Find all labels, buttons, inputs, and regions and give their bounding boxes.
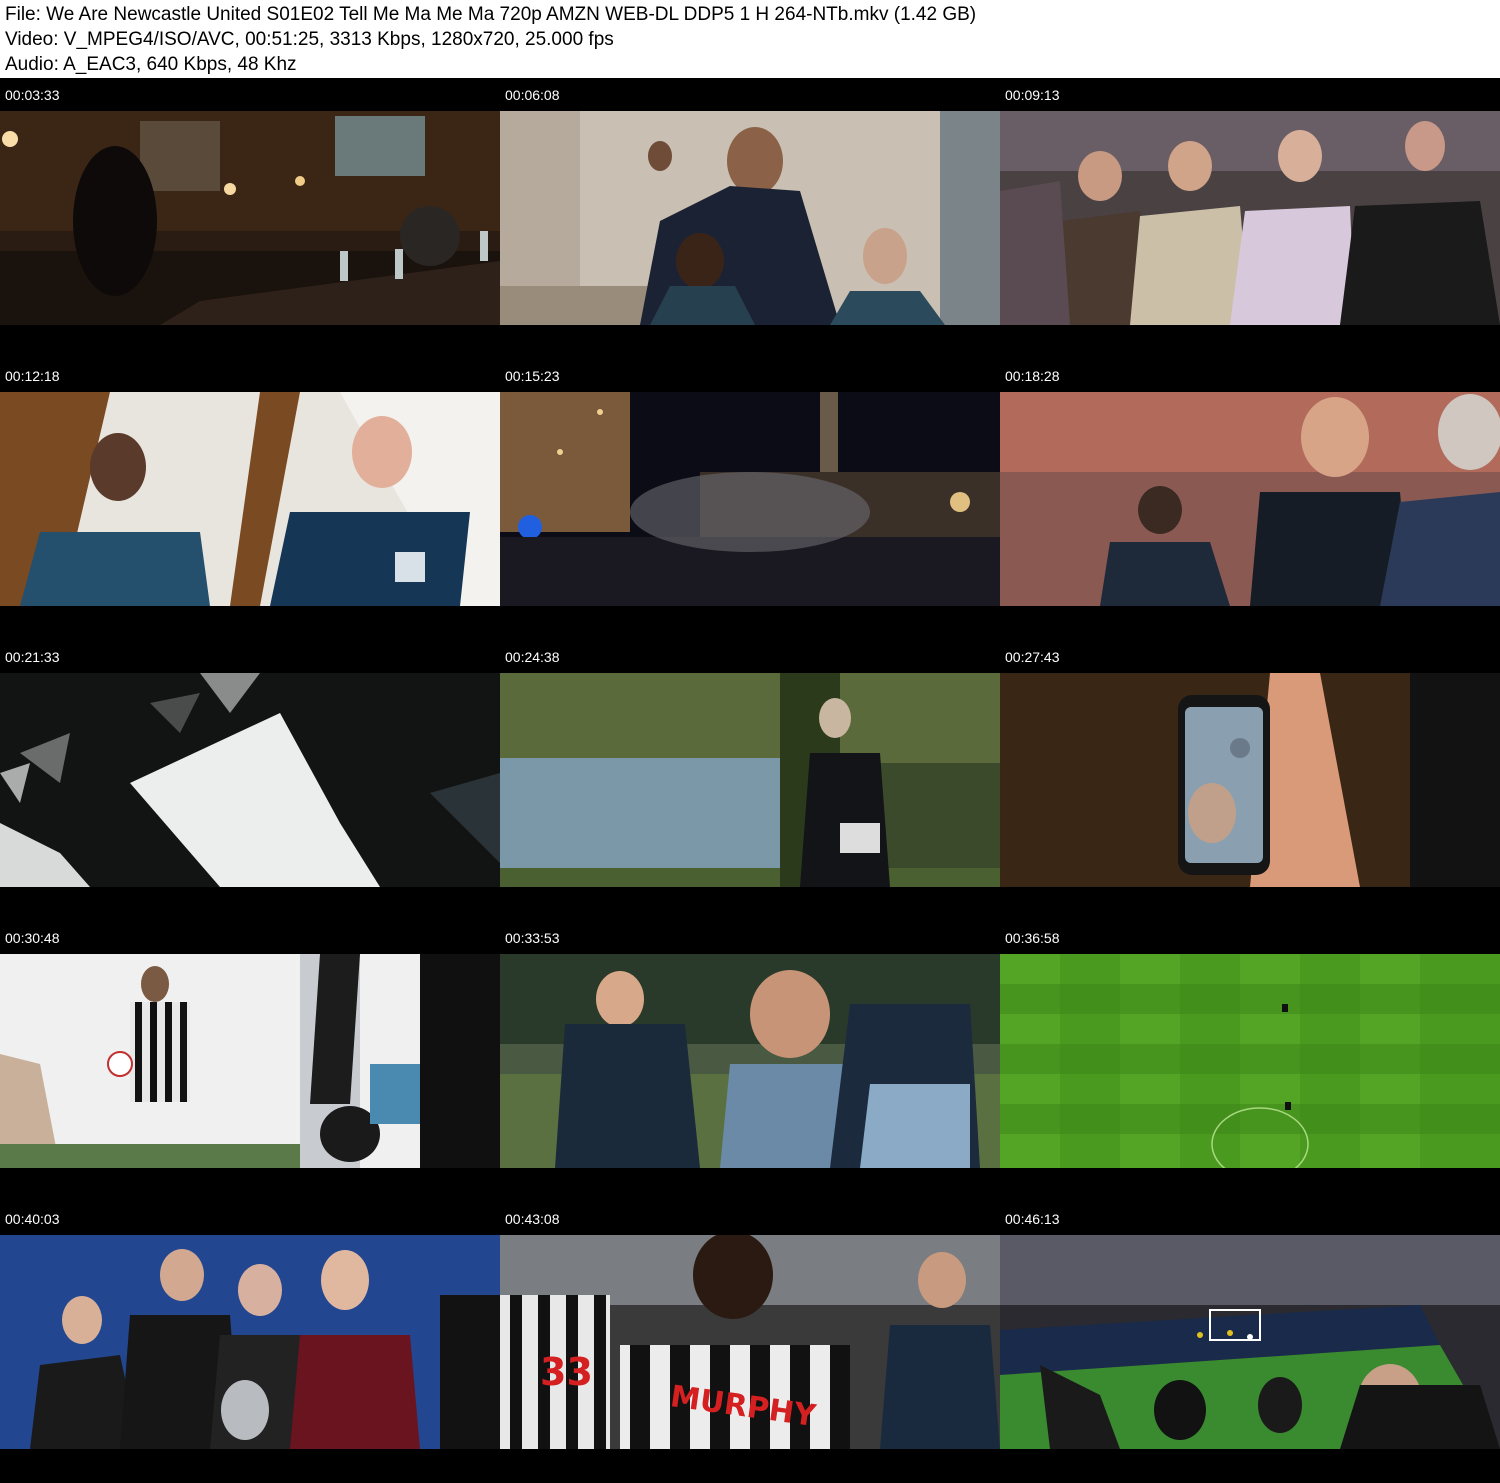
thumbnail-cell: 00:27:43 bbox=[1000, 640, 1500, 921]
jersey-number: 33 bbox=[540, 1350, 593, 1394]
thumbnail-timestamp: 00:03:33 bbox=[5, 87, 60, 103]
thumbnail-frame-manager-stands bbox=[1000, 392, 1500, 606]
thumbnail-timestamp: 00:18:28 bbox=[1005, 368, 1060, 384]
thumbnail-cell: 00:43:08 33 MURPHY bbox=[500, 1202, 1000, 1483]
thumbnail-timestamp: 00:12:18 bbox=[5, 368, 60, 384]
thumbnail-frame-photo-shoot bbox=[0, 954, 500, 1168]
thumbnail-timestamp: 00:15:23 bbox=[505, 368, 560, 384]
thumbnail-cell: 00:12:18 bbox=[0, 359, 500, 640]
thumbnail-frame-stadium-goal bbox=[1000, 1235, 1500, 1449]
thumbnail-frame-pitch-aerial bbox=[1000, 954, 1500, 1168]
thumbnail-timestamp: 00:40:03 bbox=[5, 1211, 60, 1227]
thumbnail-cell: 00:36:58 bbox=[1000, 921, 1500, 1202]
thumbnail-frame-training-fence bbox=[500, 673, 1000, 887]
thumbnail-cell: 00:15:23 bbox=[500, 359, 1000, 640]
thumbnail-cell: 00:24:38 bbox=[500, 640, 1000, 921]
thumbnail-timestamp: 00:30:48 bbox=[5, 930, 60, 946]
thumbnail-frame-murphy-jersey: 33 MURPHY bbox=[500, 1235, 1000, 1449]
file-info-line: File: We Are Newcastle United S01E02 Tel… bbox=[5, 4, 977, 25]
thumbnail-timestamp: 00:33:53 bbox=[505, 930, 560, 946]
thumbnail-grid: 00:03:33 00:06:08 00:09:13 00:12:18 00:1… bbox=[0, 78, 1500, 1483]
thumbnail-cell: 00:30:48 bbox=[0, 921, 500, 1202]
thumbnail-cell: 00:03:33 bbox=[0, 78, 500, 359]
thumbnail-frame-phone-video bbox=[1000, 673, 1500, 887]
thumbnail-frame-boardroom bbox=[0, 111, 500, 325]
thumbnail-timestamp: 00:24:38 bbox=[505, 649, 560, 665]
thumbnail-frame-confetti bbox=[0, 673, 500, 887]
thumbnail-cell: 00:46:13 bbox=[1000, 1202, 1500, 1483]
thumbnail-timestamp: 00:27:43 bbox=[1005, 649, 1060, 665]
thumbnail-timestamp: 00:43:08 bbox=[505, 1211, 560, 1227]
thumbnail-cell: 00:21:33 bbox=[0, 640, 500, 921]
thumbnail-timestamp: 00:06:08 bbox=[505, 87, 560, 103]
thumbnail-cell: 00:18:28 bbox=[1000, 359, 1500, 640]
thumbnail-cell: 00:33:53 bbox=[500, 921, 1000, 1202]
thumbnail-frame-awards-event bbox=[0, 1235, 500, 1449]
thumbnail-timestamp: 00:21:33 bbox=[5, 649, 60, 665]
thumbnail-frame-night-square bbox=[500, 392, 1000, 606]
thumbnail-frame-crowd-cheering bbox=[1000, 111, 1500, 325]
audio-info-line: Audio: A_EAC3, 640 Kbps, 48 Khz bbox=[5, 54, 297, 75]
video-info-line: Video: V_MPEG4/ISO/AVC, 00:51:25, 3313 K… bbox=[5, 29, 614, 50]
info-header: File: We Are Newcastle United S01E02 Tel… bbox=[0, 0, 1500, 78]
thumbnail-cell: 00:09:13 bbox=[1000, 78, 1500, 359]
thumbnail-cell: 00:40:03 bbox=[0, 1202, 500, 1483]
thumbnail-timestamp: 00:09:13 bbox=[1005, 87, 1060, 103]
thumbnail-cell: 00:06:08 bbox=[500, 78, 1000, 359]
thumbnail-frame-two-players bbox=[0, 392, 500, 606]
thumbnail-timestamp: 00:46:13 bbox=[1005, 1211, 1060, 1227]
thumbnail-frame-training-coaches bbox=[500, 954, 1000, 1168]
thumbnail-timestamp: 00:36:58 bbox=[1005, 930, 1060, 946]
thumbnail-frame-dressing-room bbox=[500, 111, 1000, 325]
